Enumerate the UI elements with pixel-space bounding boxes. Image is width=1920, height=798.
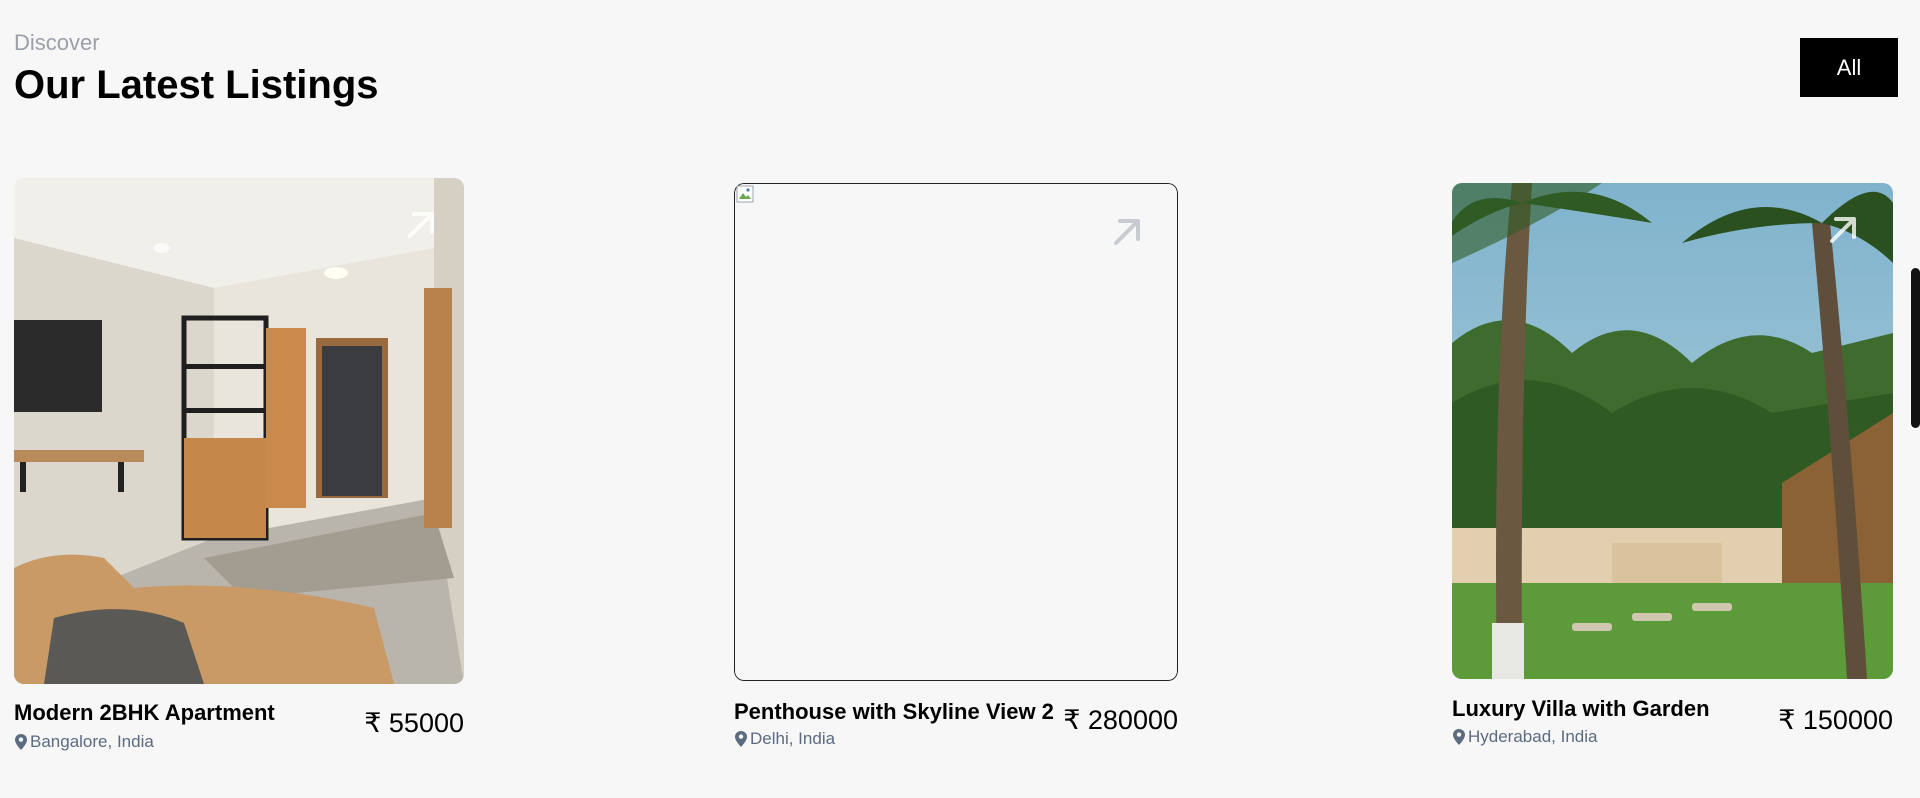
listing-price: ₹ 150000 [1778, 705, 1893, 735]
location-pin-icon [1453, 729, 1465, 745]
listing-location-text: Bangalore, India [30, 732, 154, 751]
listing-image[interactable] [734, 183, 1178, 681]
page-title: Our Latest Listings [14, 63, 379, 107]
section-header: Discover Our Latest Listings [14, 30, 379, 108]
listing-title[interactable]: Modern 2BHK Apartment [14, 700, 275, 726]
image-placeholder [734, 183, 1178, 681]
listing-location: Bangalore, India [14, 732, 154, 752]
listing-location-text: Delhi, India [750, 729, 836, 748]
listing-title[interactable]: Penthouse with Skyline View 2 [734, 699, 1054, 725]
listing-title[interactable]: Luxury Villa with Garden [1452, 696, 1710, 722]
listing-card[interactable]: Penthouse with Skyline View 2 Delhi, Ind… [734, 183, 1178, 758]
location-pin-icon [735, 731, 747, 747]
arrow-up-right-icon[interactable] [402, 204, 442, 244]
arrow-up-right-icon[interactable] [1108, 211, 1148, 251]
broken-image-icon [736, 185, 754, 203]
section-eyebrow: Discover [14, 30, 100, 55]
location-pin-icon [15, 734, 27, 750]
listing-price: ₹ 55000 [364, 708, 464, 738]
listing-card[interactable]: Luxury Villa with Garden Hyderabad, Indi… [1452, 183, 1893, 758]
arrow-up-right-icon[interactable] [1824, 209, 1864, 249]
listing-price: ₹ 280000 [1063, 705, 1178, 735]
palm-garden-villa-photo [1452, 183, 1893, 679]
listing-location: Hyderabad, India [1452, 727, 1597, 747]
listing-image[interactable] [1452, 183, 1893, 679]
listing-location-text: Hyderabad, India [1468, 727, 1598, 746]
listings-page: Discover Our Latest Listings All Modern … [0, 0, 1920, 798]
page-scrollbar[interactable] [1911, 268, 1920, 428]
apartment-interior-photo [14, 178, 464, 684]
all-filter-button[interactable]: All [1800, 38, 1898, 97]
listing-image[interactable] [14, 178, 464, 684]
listing-location: Delhi, India [734, 729, 835, 749]
listing-card[interactable]: Modern 2BHK Apartment Bangalore, India ₹… [14, 178, 464, 758]
